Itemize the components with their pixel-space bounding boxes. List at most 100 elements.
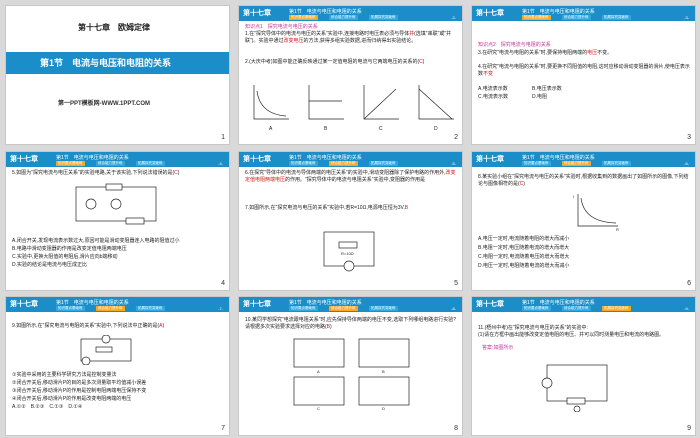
graph-label-d: D: [434, 126, 438, 132]
statement-2: ②闭合开关后,移动滑片P的目的是多次测量取平均值减小误差: [12, 380, 147, 386]
ammeter-symbol: [85, 198, 97, 210]
voltmeter-symbol: [101, 335, 111, 344]
section-label: 第1节 电流与电压和电阻的关系: [522, 155, 595, 161]
answer-options: A.①② B.②③ C.①③ D.①④: [12, 404, 83, 410]
circuit-label-c: C: [317, 406, 320, 410]
slide-3-thumbnail[interactable]: 第十七章 第1节 电流与电压和电阻的关系 知识要点基础练 综合能力提升练 拓展探…: [471, 5, 696, 145]
slide-header: 第十七章 第1节 电流与电压和电阻的关系 知识要点基础练 综合能力提升练 拓展探…: [6, 152, 229, 167]
page-indicator: -3-: [684, 15, 689, 20]
option-c: C.电流表示数: [478, 94, 509, 100]
tab-extend: 拓展探究突破练: [602, 306, 631, 311]
chapter-label: 第十七章: [243, 156, 271, 163]
circuit-b: [358, 338, 410, 368]
voltmeter-symbol: [573, 405, 581, 412]
question-9: 9.如图所示,在"探究电流与电阻的关系"实验中,下列说法中正确的是(A): [12, 323, 165, 329]
tab-improve: 综合能力提升练: [562, 161, 591, 166]
graph-d: [418, 85, 454, 120]
page-indicator: -2-: [451, 15, 456, 20]
axis-x-label: R: [616, 227, 619, 232]
resistor-symbol: [95, 346, 113, 353]
option-a: A.闭合开关,发现电流表示数过大,原因可能是滑动变阻器连入电路的阻值过小: [12, 238, 180, 244]
circuit-wire: [546, 364, 608, 402]
page-indicator: -8-: [451, 306, 456, 311]
option-a: A.电流表示数: [478, 86, 508, 92]
knowledge-point: 知识点1 探究电流与电压的关系: [245, 24, 318, 30]
section-label: 第1节 电流与电压和电阻的关系: [289, 300, 362, 306]
curve: [580, 197, 617, 224]
knowledge-point: 知识点2 探究电流与电阻的关系: [478, 42, 551, 48]
slide-header: 第十七章 第1节 电流与电压和电阻的关系 知识要点基础练 综合能力提升练 拓展探…: [239, 297, 462, 312]
chapter-label: 第十七章: [476, 156, 504, 163]
answer-label: 答案:如图所示: [482, 345, 514, 351]
option-c: C.实验中,更换大阻值的电阻后,滑片应向b端移动: [12, 254, 118, 260]
option-d: D.实验的结论是电流与电压成正比: [12, 262, 88, 268]
slide-1-thumbnail[interactable]: 第十七章 欧姆定律 第1节 电流与电压和电阻的关系 第一PPT模板网-WWW.1…: [5, 5, 230, 145]
graph-c: [363, 85, 399, 120]
chapter-label: 第十七章: [10, 301, 38, 308]
statement-3: ③闭合开关后,移动滑片P的作用是控制电阻两端电压保持不变: [12, 388, 147, 394]
tab-extend: 拓展探究突破练: [136, 161, 165, 166]
option-b: B.电路中滑动变阻器的作用是改变定值电阻两端电压: [12, 246, 127, 252]
slide-number: 9: [687, 425, 691, 432]
tab-extend: 拓展探究突破练: [369, 306, 398, 311]
slide-9-thumbnail[interactable]: 第十七章 第1节 电流与电压和电阻的关系 知识要点基础练 综合能力提升练 拓展探…: [471, 296, 696, 436]
slide-2-thumbnail[interactable]: 第十七章 第1节 电流与电压和电阻的关系 知识要点基础练 综合能力提升练 拓展探…: [238, 5, 463, 145]
section-label: 第1节 电流与电压和电阻的关系: [56, 155, 129, 161]
slide-number: 7: [221, 425, 225, 432]
question-11-part-1: (1)请在方框中画出能够改变定值电阻的电压、并可以同时测量电压和电流的电路图。: [478, 332, 665, 338]
slide-5-thumbnail[interactable]: 第十七章 第1节 电流与电压和电阻的关系 知识要点基础练 综合能力提升练 拓展探…: [238, 151, 463, 291]
circuit-label-b: B: [382, 369, 385, 374]
slide-number: 3: [687, 134, 691, 141]
chapter-label: 第十七章: [243, 301, 271, 308]
tab-improve: 综合能力提升练: [329, 15, 358, 20]
slide-header: 第十七章 第1节 电流与电压和电阻的关系 知识要点基础练 综合能力提升练 拓展探…: [239, 152, 462, 167]
option-d: D.电阻: [532, 94, 548, 100]
resistor-label: R=10Ω: [341, 251, 354, 256]
graph-label-b: B: [324, 126, 328, 132]
question-4: 4.在研究"电流与电阻的关系"时,要更换不同阻值的电阻,这时应移动滑动变阻器的滑…: [478, 64, 690, 77]
section-label: 第1节 电流与电压和电阻的关系: [289, 155, 362, 161]
tab-improve: 综合能力提升练: [329, 306, 358, 311]
tab-improve: 综合能力提升练: [562, 15, 591, 20]
tab-improve: 综合能力提升练: [96, 306, 125, 311]
section-label: 第1节 电流与电压和电阻的关系: [289, 9, 362, 15]
slide-number: 4: [221, 280, 225, 287]
tab-basic: 知识要点基础练: [522, 15, 551, 20]
resistor-symbol: [105, 183, 123, 191]
graph-a: [253, 85, 289, 120]
tab-basic: 知识要点基础练: [522, 161, 551, 166]
slide-header: 第十七章 第1节 电流与电压和电阻的关系 知识要点基础练 综合能力提升练 拓展探…: [472, 6, 695, 21]
question-5: 5.如图为"探究电流与电压关系"的实验电路,关于该实验,下列说法错误的是(C): [12, 170, 180, 176]
section-title: 第1节 电流与电压和电阻的关系: [40, 58, 172, 68]
slide-number: 8: [454, 425, 458, 432]
question-11: 11.(梧州中考)在"探究电流与电压的关系"的实验中:: [478, 325, 588, 331]
question-6: 6.在探究"导体中的电流与导体两端的电压关系"的实验中,滑动变阻器除了保护电路的…: [245, 170, 456, 183]
option-b: B.电阻一定时,电压随着电流的增大而增大: [478, 245, 570, 251]
option-a: A.电压一定时,电流随着电阻的增大而减小: [478, 236, 570, 242]
circuit-a: [293, 338, 345, 368]
slide-4-thumbnail[interactable]: 第十七章 第1节 电流与电压和电阻的关系 知识要点基础练 综合能力提升练 拓展探…: [5, 151, 230, 291]
tab-basic: 知识要点基础练: [56, 306, 85, 311]
tab-extend: 拓展探究突破练: [369, 15, 398, 20]
rheostat-symbol: [125, 217, 145, 225]
slide-8-thumbnail[interactable]: 第十七章 第1节 电流与电压和电阻的关系 知识要点基础练 综合能力提升练 拓展探…: [238, 296, 463, 436]
statement-4: ④闭合开关后,移动滑片P的作用是改变电阻两端的电压: [12, 396, 132, 402]
tab-basic: 知识要点基础练: [289, 306, 318, 311]
slide-6-thumbnail[interactable]: 第十七章 第1节 电流与电压和电阻的关系 知识要点基础练 综合能力提升练 拓展探…: [471, 151, 696, 291]
tab-extend: 拓展探究突破练: [602, 161, 631, 166]
slide-header: 第十七章 第1节 电流与电压和电阻的关系 知识要点基础练 综合能力提升练 拓展探…: [239, 6, 462, 21]
resistor-symbol: [566, 397, 586, 405]
axis-y-label: I: [573, 194, 574, 199]
tab-basic: 知识要点基础练: [289, 161, 318, 166]
section-label: 第1节 电流与电压和电阻的关系: [56, 300, 129, 306]
ammeter-symbol: [541, 377, 553, 389]
question-3: 3.在研究"电流与电阻的关系"时,要保持电阻两端的电压不变。: [478, 50, 613, 56]
circuit-options: A B C D: [293, 338, 410, 410]
tab-basic: 知识要点基础练: [56, 161, 85, 166]
circuit-diagram: R=10Ω: [323, 231, 375, 272]
chapter-title: 第十七章 欧姆定律: [78, 23, 150, 32]
question-2: 2.(大庆中考)如图中能正确反映通过某一定值电阻的电流与它两端电压的关系的(C): [245, 59, 425, 65]
option-d: D.电压一定时,电阻随着电流的增大而减小: [478, 263, 570, 269]
option-b: B.电压表示数: [532, 86, 562, 92]
slide-7-thumbnail[interactable]: 第十七章 第1节 电流与电压和电阻的关系 知识要点基础练 综合能力提升练 拓展探…: [5, 296, 230, 436]
